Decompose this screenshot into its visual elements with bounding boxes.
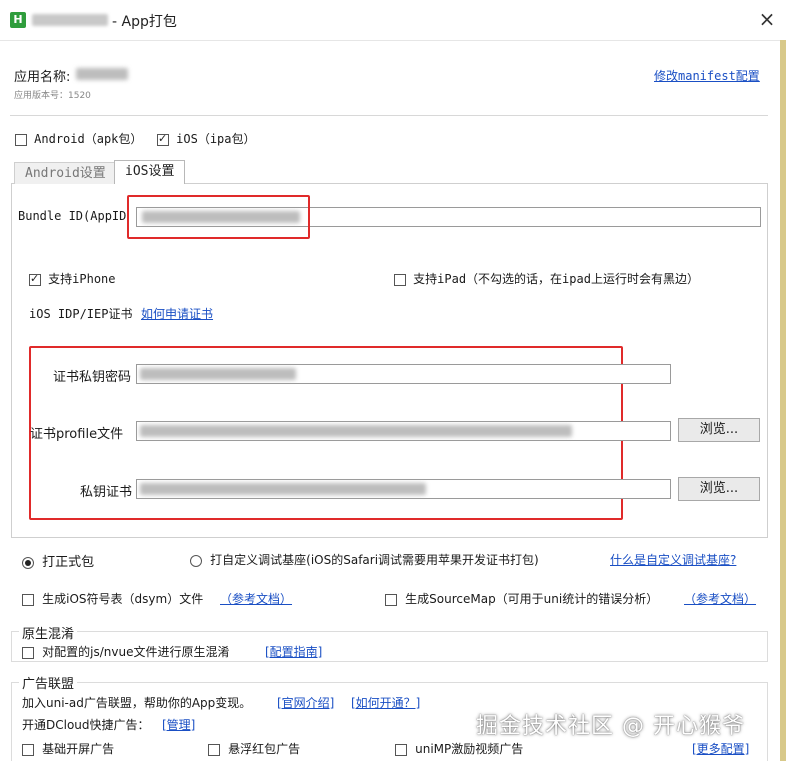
unimp-video-ad-label: uniMP激励视频广告 <box>415 742 524 756</box>
edit-manifest-link[interactable]: 修改manifest配置 <box>654 67 760 84</box>
ad-intro-text: 加入uni-ad广告联盟，帮助你的App变现。 <box>22 696 252 710</box>
unimp-video-ad-checkbox[interactable] <box>395 743 407 756</box>
ios-label: iOS（ipa包） <box>176 132 256 146</box>
unimp-video-ad-option[interactable]: uniMP激励视频广告 <box>395 740 523 757</box>
window-edge-strip <box>780 40 786 761</box>
dsym-reference-link[interactable]: （参考文档） <box>220 590 292 607</box>
redacted-app-name <box>32 14 108 26</box>
redacted-password <box>140 368 296 380</box>
more-config-link[interactable]: [更多配置] <box>692 740 749 757</box>
dsym-option[interactable]: 生成iOS符号表（dsym）文件 <box>22 590 203 607</box>
splash-ad-checkbox[interactable] <box>22 743 34 756</box>
ad-official-link[interactable]: [官网介绍] <box>277 694 334 711</box>
tab-ios-settings[interactable]: iOS设置 <box>114 160 186 184</box>
tab-android-settings[interactable]: Android设置 <box>14 162 117 184</box>
support-ipad-checkbox[interactable] <box>394 273 406 286</box>
sourcemap-option[interactable]: 生成SourceMap（可用于uni统计的错误分析） <box>385 590 658 607</box>
window-title: - App打包 <box>112 14 177 30</box>
ad-how-to-open-link[interactable]: [如何开通？] <box>351 694 420 711</box>
obfuscation-guide-link[interactable]: [配置指南] <box>265 643 322 660</box>
formal-label: 打正式包 <box>42 555 95 570</box>
browse-profile-button[interactable]: 浏览... <box>678 418 760 442</box>
app-version-label: 应用版本号：1520 <box>14 91 91 101</box>
native-obfuscation-title: 原生混淆 <box>19 623 78 642</box>
android-checkbox[interactable] <box>15 133 27 146</box>
dcloud-quick-ad-label: 开通DCloud快捷广告： <box>22 718 150 732</box>
formal-radio[interactable] <box>22 556 34 569</box>
bundle-id-label: Bundle ID(AppID <box>18 209 127 223</box>
splash-ad-label: 基础开屏广告 <box>42 742 115 756</box>
sourcemap-reference-link[interactable]: （参考文档） <box>684 590 756 607</box>
private-key-password-label: 证书私钥密码 <box>53 370 132 385</box>
ad-union-title: 广告联盟 <box>19 673 78 692</box>
support-ipad-label: 支持iPad（不勾选的话，在ipad上运行时会有黑边） <box>413 272 699 286</box>
app-name-label: 应用名称: <box>14 70 71 85</box>
obfuscation-option[interactable]: 对配置的js/nvue文件进行原生混淆 <box>22 643 229 660</box>
how-to-apply-certificate-link[interactable]: 如何申请证书 <box>141 305 213 322</box>
build-custom-base-option[interactable]: 打自定义调试基座(iOS的Safari调试需要用苹果开发证书打包) <box>190 551 539 568</box>
ios-checkbox[interactable] <box>157 132 169 146</box>
red-packet-ad-label: 悬浮红包广告 <box>228 742 301 756</box>
redacted-app-name-value <box>76 68 128 80</box>
watermark: 掘金技术社区 @ 开心猴爷 <box>476 714 745 739</box>
android-label: Android（apk包） <box>34 132 143 146</box>
ios-certificate-label: iOS IDP/IEP证书 <box>29 307 133 321</box>
redacted-certificate-path <box>140 483 426 495</box>
hbuilder-logo-icon: H <box>10 12 26 28</box>
custom-base-radio[interactable] <box>190 554 202 567</box>
profile-file-label: 证书profile文件 <box>30 427 124 442</box>
sourcemap-label: 生成SourceMap（可用于uni统计的错误分析） <box>405 592 659 606</box>
red-packet-ad-option[interactable]: 悬浮红包广告 <box>208 740 300 757</box>
sourcemap-checkbox[interactable] <box>385 593 397 606</box>
support-iphone-label: 支持iPhone <box>48 272 116 286</box>
dsym-checkbox[interactable] <box>22 593 34 606</box>
support-ipad-option[interactable]: 支持iPad（不勾选的话，在ipad上运行时会有黑边） <box>394 270 699 287</box>
divider <box>10 115 768 116</box>
red-packet-ad-checkbox[interactable] <box>208 743 220 756</box>
obfuscation-checkbox[interactable] <box>22 646 34 659</box>
splash-ad-option[interactable]: 基础开屏广告 <box>22 740 114 757</box>
private-certificate-label: 私钥证书 <box>80 485 133 500</box>
dsym-label: 生成iOS符号表（dsym）文件 <box>42 592 204 606</box>
ios-platform-option[interactable]: iOS（ipa包） <box>157 130 256 147</box>
ad-manage-link[interactable]: [管理] <box>162 716 195 733</box>
support-iphone-checkbox[interactable] <box>29 272 41 286</box>
close-icon[interactable]: × <box>756 8 778 30</box>
custom-base-label: 打自定义调试基座(iOS的Safari调试需要用苹果开发证书打包) <box>210 553 539 567</box>
android-platform-option[interactable]: Android（apk包） <box>15 130 142 147</box>
support-iphone-option[interactable]: 支持iPhone <box>29 270 116 287</box>
redacted-profile-path <box>140 425 572 437</box>
browse-certificate-button[interactable]: 浏览... <box>678 477 760 501</box>
highlight-box-bundle-id <box>127 195 310 239</box>
obfuscation-label: 对配置的js/nvue文件进行原生混淆 <box>42 645 230 659</box>
build-formal-option[interactable]: 打正式包 <box>22 551 94 570</box>
what-is-custom-base-link[interactable]: 什么是自定义调试基座? <box>610 551 736 568</box>
